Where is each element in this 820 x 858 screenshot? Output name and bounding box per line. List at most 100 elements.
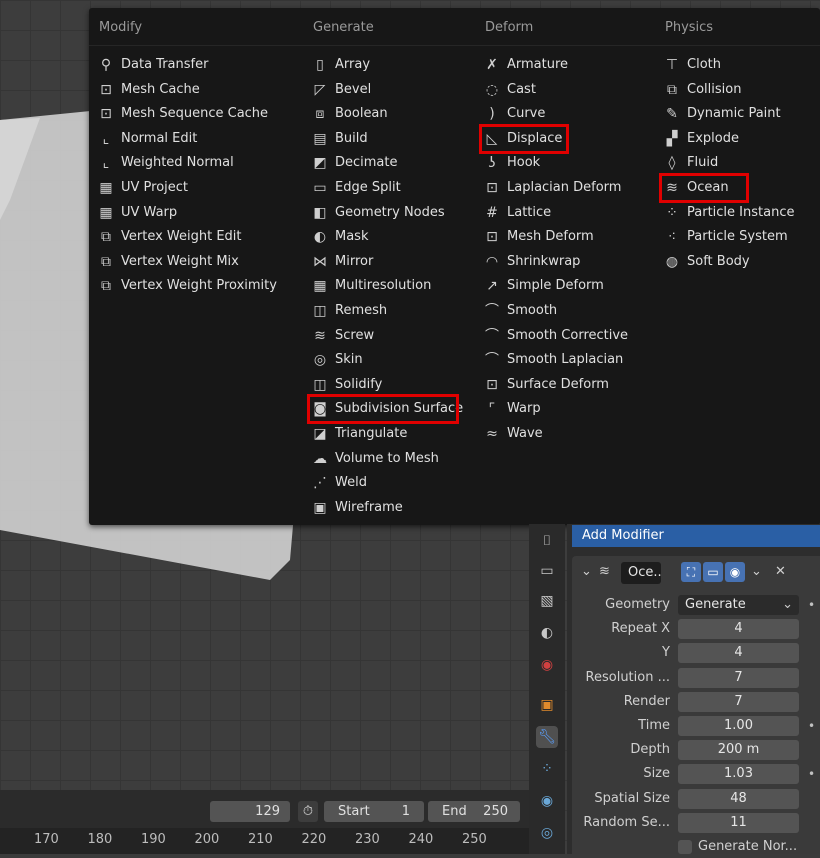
ocean-icon: ≋ [666, 180, 678, 196]
menu-item-fluid[interactable]: ◊ Fluid [663, 152, 719, 174]
property-value-field[interactable]: 11 [678, 812, 799, 833]
ocean-icon: ≋ [599, 564, 610, 579]
viewport-toggle-icon[interactable]: ▭ [703, 562, 723, 582]
menu-item-label: Edge Split [335, 180, 401, 195]
render-tab-icon[interactable]: ▭ [536, 560, 558, 582]
menu-item-cast[interactable]: ◌ Cast [483, 79, 536, 101]
collapse-chevron-icon[interactable]: ⌄ [581, 561, 592, 583]
menu-item-curve[interactable]: ) Curve [483, 103, 545, 125]
menu-item-geometry-nodes[interactable]: ◧ Geometry Nodes [311, 202, 444, 224]
current-frame-field[interactable]: 129 [210, 801, 290, 822]
menu-item-vertex-weight-mix[interactable]: ⧉ Vertex Weight Mix [97, 251, 239, 273]
menu-item-explode[interactable]: ▞ Explode [663, 128, 739, 150]
menu-item-solidify[interactable]: ◫ Solidify [311, 374, 382, 396]
end-frame-field[interactable]: End 250 [428, 801, 520, 822]
menu-item-skin[interactable]: ◎ Skin [311, 349, 363, 371]
menu-item-multiresolution[interactable]: ▦ Multiresolution [311, 275, 431, 297]
keyframe-dot-icon[interactable]: • [808, 715, 815, 737]
menu-item-build[interactable]: ▤ Build [311, 128, 367, 150]
menu-item-surface-deform[interactable]: ⊡ Surface Deform [483, 374, 609, 396]
physics-tab-icon[interactable]: ◉ [536, 790, 558, 812]
menu-item-boolean[interactable]: ⧈ Boolean [311, 103, 388, 125]
property-label: Render [623, 693, 670, 709]
menu-item-triangulate[interactable]: ◪ Triangulate [311, 423, 407, 445]
menu-item-dynamic-paint[interactable]: ✎ Dynamic Paint [663, 103, 781, 125]
menu-item-label: Dynamic Paint [687, 106, 781, 121]
menu-item-subdivision-surface[interactable]: ◙ Subdivision Surface [311, 398, 463, 420]
output-tab-icon[interactable]: ▧ [536, 590, 558, 612]
menu-item-weighted-normal[interactable]: ⌞ Weighted Normal [97, 152, 234, 174]
property-value-field[interactable]: 7 [678, 667, 799, 688]
menu-item-armature[interactable]: ✗ Armature [483, 54, 568, 76]
menu-item-displace[interactable]: ◺ Displace [483, 128, 563, 150]
menu-item-ocean[interactable]: ≋ Ocean [663, 177, 729, 199]
menu-item-particle-system[interactable]: ⁖ Particle System [663, 226, 788, 248]
property-value-field[interactable]: 48 [678, 788, 799, 809]
menu-item-smooth-laplacian[interactable]: ⌒ Smooth Laplacian [483, 349, 623, 371]
timeline-controls: 129 ⏱︎ Start 1 End 250 [0, 798, 529, 826]
edit-mode-toggle-icon[interactable]: ⛶ [681, 562, 701, 582]
stopwatch-icon[interactable]: ⏱︎ [298, 801, 318, 822]
particles-tab-icon[interactable]: ⁘ [536, 758, 558, 780]
close-icon[interactable]: ✕ [775, 561, 786, 583]
scene-tab-icon[interactable]: ◉ [536, 654, 558, 676]
add-modifier-button[interactable]: Add Modifier [572, 525, 820, 547]
menu-item-screw[interactable]: ≋ Screw [311, 325, 374, 347]
smooth-laplacian-icon: ⌒ [485, 352, 499, 368]
menu-item-decimate[interactable]: ◩ Decimate [311, 152, 397, 174]
menu-item-laplacian-deform[interactable]: ⊡ Laplacian Deform [483, 177, 621, 199]
menu-item-simple-deform[interactable]: ↗ Simple Deform [483, 275, 604, 297]
menu-item-particle-instance[interactable]: ⁘ Particle Instance [663, 202, 794, 224]
menu-item-mask[interactable]: ◐ Mask [311, 226, 369, 248]
menu-item-smooth[interactable]: ⌒ Smooth [483, 300, 557, 322]
menu-item-shrinkwrap[interactable]: ◠ Shrinkwrap [483, 251, 581, 273]
keyframe-dot-icon[interactable]: • [808, 594, 815, 616]
tool-tab-icon[interactable]: ⌷ [536, 530, 558, 552]
modifier-name-field[interactable]: Oce... [621, 562, 661, 584]
menu-item-mesh-cache[interactable]: ⊡ Mesh Cache [97, 79, 200, 101]
menu-item-wireframe[interactable]: ▣ Wireframe [311, 497, 402, 519]
keyframe-dot-icon[interactable]: • [808, 763, 815, 785]
generate-normals-checkbox[interactable] [678, 840, 692, 854]
frame-ruler[interactable]: 170 180 190 200 210 220 230 240 250 [0, 828, 529, 854]
menu-item-mirror[interactable]: ⋈ Mirror [311, 251, 373, 273]
start-frame-field[interactable]: Start 1 [324, 801, 424, 822]
object-tab-icon[interactable]: ▣ [536, 694, 558, 716]
menu-item-vertex-weight-proximity[interactable]: ⧉ Vertex Weight Proximity [97, 275, 277, 297]
menu-item-remesh[interactable]: ◫ Remesh [311, 300, 387, 322]
menu-item-edge-split[interactable]: ▭ Edge Split [311, 177, 401, 199]
property-value-field[interactable]: 200 m [678, 740, 799, 761]
property-value-field[interactable]: 7 [678, 691, 799, 712]
menu-item-collision[interactable]: ⧉ Collision [663, 79, 741, 101]
property-value-field[interactable]: 4 [678, 643, 799, 664]
menu-item-data-transfer[interactable]: ⚲ Data Transfer [97, 54, 209, 76]
menu-item-wave[interactable]: ≈ Wave [483, 423, 543, 445]
menu-item-bevel[interactable]: ◸ Bevel [311, 79, 372, 101]
menu-item-label: Ocean [687, 180, 729, 195]
menu-item-soft-body[interactable]: ◍ Soft Body [663, 251, 750, 273]
property-value-field[interactable]: 1.03 [678, 764, 799, 785]
menu-item-weld[interactable]: ⋰ Weld [311, 472, 367, 494]
menu-item-normal-edit[interactable]: ⌞ Normal Edit [97, 128, 198, 150]
menu-item-uv-warp[interactable]: ▦ UV Warp [97, 202, 177, 224]
menu-item-vertex-weight-edit[interactable]: ⧉ Vertex Weight Edit [97, 226, 242, 248]
menu-item-smooth-corrective[interactable]: ⌒ Smooth Corrective [483, 325, 628, 347]
menu-header-divider [89, 45, 820, 46]
menu-item-uv-project[interactable]: ▦ UV Project [97, 177, 188, 199]
property-value-field[interactable]: 1.00 [678, 716, 799, 736]
wrench-icon[interactable]: 🔧︎ [536, 726, 558, 748]
menu-item-mesh-sequence-cache[interactable]: ⊡ Mesh Sequence Cache [97, 103, 268, 125]
menu-item-lattice[interactable]: # Lattice [483, 202, 551, 224]
menu-item-warp[interactable]: ⌜ Warp [483, 398, 541, 420]
constraints-tab-icon[interactable]: ◎ [536, 822, 558, 844]
menu-item-volume-to-mesh[interactable]: ☁ Volume to Mesh [311, 448, 439, 470]
menu-item-hook[interactable]: ʖ Hook [483, 152, 540, 174]
menu-item-cloth[interactable]: ⊤ Cloth [663, 54, 721, 76]
geometry-select[interactable]: Generate ⌄ [678, 595, 799, 615]
menu-item-mesh-deform[interactable]: ⊡ Mesh Deform [483, 226, 594, 248]
dropdown-chevron-icon[interactable]: ⌄ [751, 561, 762, 583]
render-toggle-icon[interactable]: ◉ [725, 562, 745, 582]
property-value-field[interactable]: 4 [678, 619, 799, 640]
view-layer-tab-icon[interactable]: ◐ [536, 622, 558, 644]
menu-item-array[interactable]: ▯ Array [311, 54, 370, 76]
